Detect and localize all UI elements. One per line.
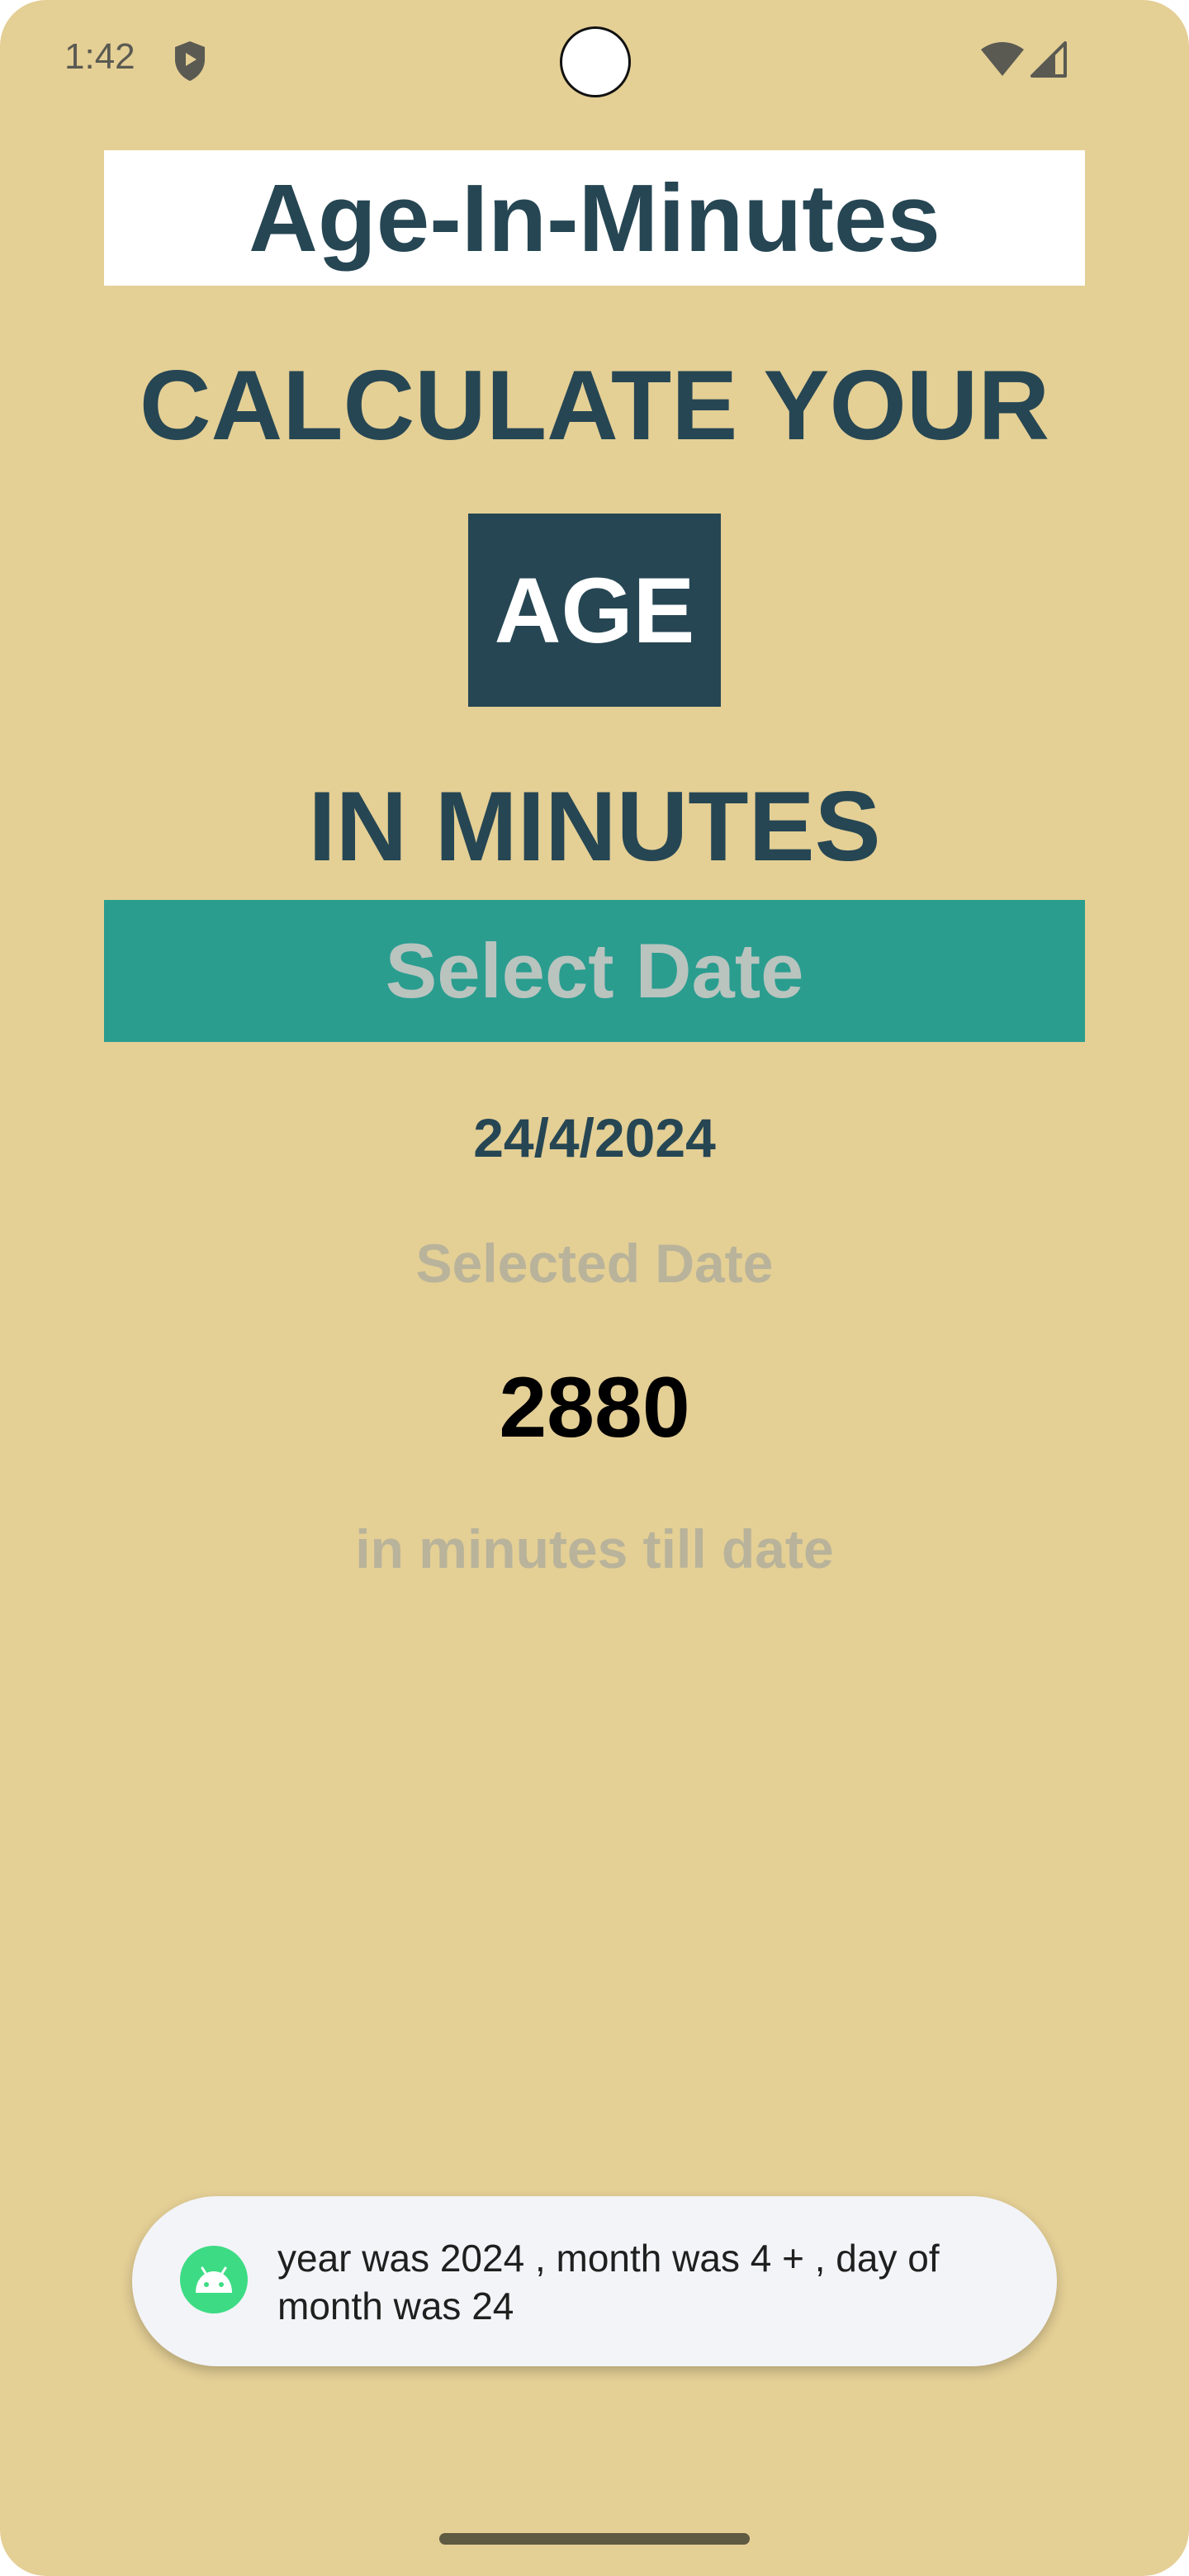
- status-time: 1:42: [64, 36, 135, 77]
- select-date-button[interactable]: Select Date: [104, 900, 1085, 1042]
- heading-in-minutes: IN MINUTES: [308, 771, 881, 882]
- home-gesture-bar[interactable]: [439, 2533, 750, 2545]
- app-screen: 1:42 Age-In-Minutes CALCULATE YOUR AGE I…: [0, 0, 1189, 2576]
- select-date-label: Select Date: [385, 927, 804, 1014]
- toast-notification: year was 2024 , month was 4 + , day of m…: [132, 2196, 1057, 2366]
- age-in-minutes-label: in minutes till date: [355, 1518, 834, 1579]
- age-highlight-box: AGE: [468, 514, 721, 707]
- app-title: Age-In-Minutes: [249, 164, 940, 272]
- heading-age: AGE: [494, 558, 695, 662]
- selected-date-label: Selected Date: [415, 1233, 774, 1294]
- android-icon: [180, 2246, 248, 2313]
- toast-message: year was 2024 , month was 4 + , day of m…: [277, 2237, 940, 2327]
- heading-calculate-your: CALCULATE YOUR: [139, 350, 1050, 461]
- age-in-minutes-value: 2880: [499, 1360, 690, 1456]
- selected-date-value: 24/4/2024: [473, 1107, 716, 1168]
- shield-icon: [175, 41, 205, 81]
- cellular-signal-icon: [1030, 41, 1067, 78]
- camera-cutout: [560, 26, 631, 97]
- wifi-icon: [981, 42, 1024, 76]
- app-title-banner: Age-In-Minutes: [104, 150, 1085, 286]
